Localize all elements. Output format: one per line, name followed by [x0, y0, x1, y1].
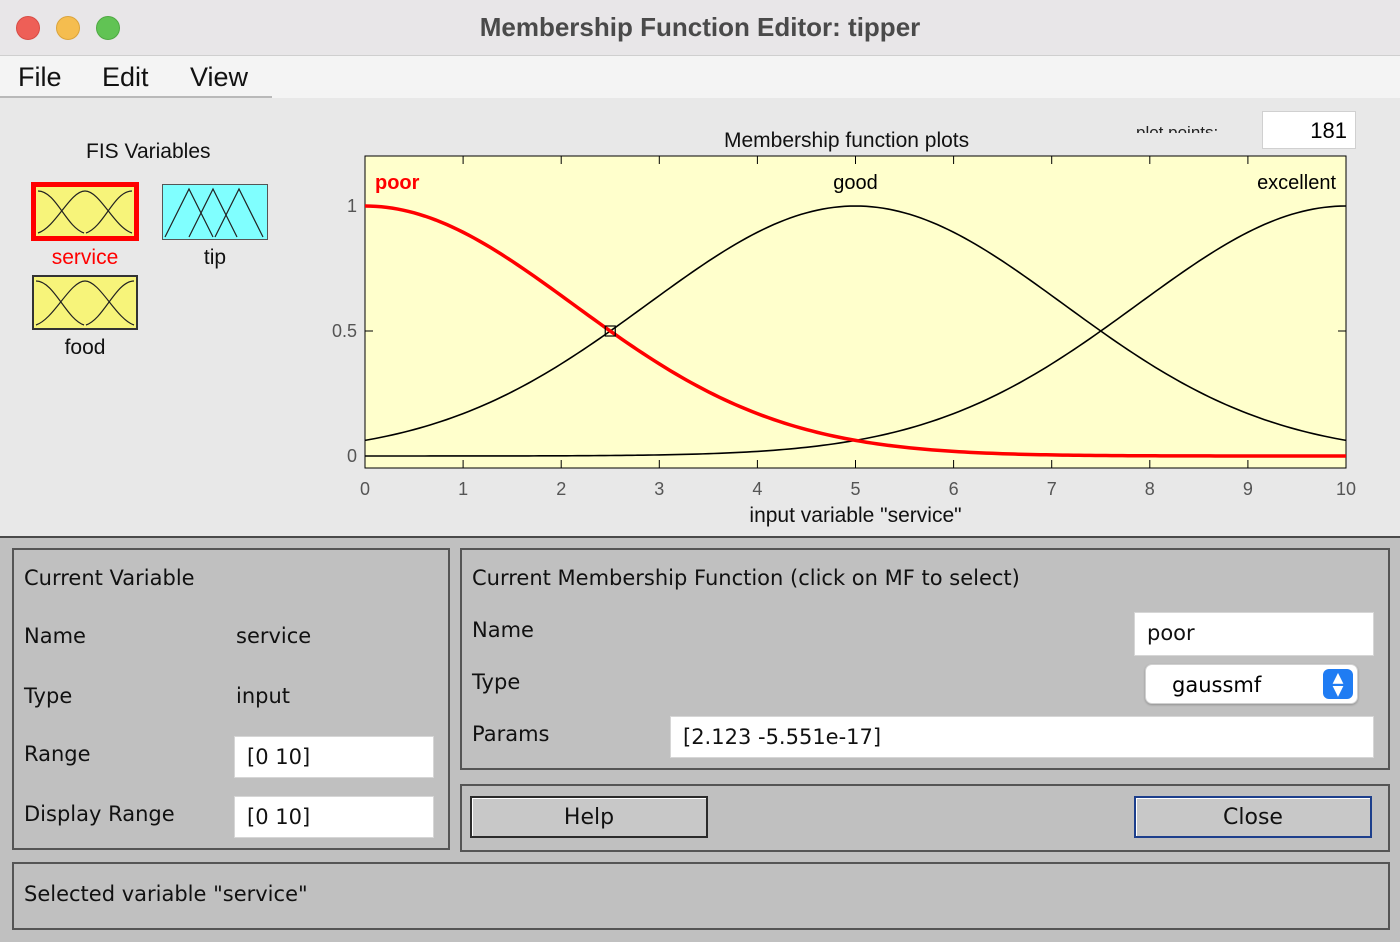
fis-variable-food-label: food	[64, 336, 106, 359]
fis-variable-food[interactable]	[32, 275, 138, 330]
current-mf-title: Current Membership Function (click on MF…	[472, 566, 1020, 590]
variable-name-value: service	[236, 624, 312, 648]
fis-variable-tip-label: tip	[203, 246, 227, 269]
menu-view[interactable]: View	[190, 62, 248, 93]
variable-type-label: Type	[24, 684, 73, 708]
plot-points-label: plot points:	[1136, 123, 1219, 133]
mf-thumbnail-icon	[164, 187, 264, 238]
mf-type-select[interactable]: gaussmf ▲ ▼	[1145, 664, 1358, 704]
fis-variable-service-label: service	[51, 246, 119, 269]
range-label: Range	[24, 742, 91, 766]
display-range-input[interactable]: [0 10]	[234, 796, 434, 838]
fis-variables-title: FIS Variables	[86, 140, 211, 163]
mf-params-input[interactable]: [2.123 -5.551e-17]	[670, 716, 1374, 758]
variable-type-value: input	[236, 684, 291, 708]
close-button[interactable]: Close	[1134, 796, 1372, 838]
range-input[interactable]: [0 10]	[234, 736, 434, 778]
fis-variable-service[interactable]	[31, 182, 139, 241]
current-variable-title: Current Variable	[24, 566, 195, 590]
membership-function-editor-window: Membership Function Editor: tipper File …	[0, 0, 1400, 942]
menu-file[interactable]: File	[18, 62, 62, 93]
mf-thumbnail-icon	[35, 280, 135, 326]
help-button[interactable]: Help	[470, 796, 708, 838]
display-range-label: Display Range	[24, 802, 175, 826]
window-title: Membership Function Editor: tipper	[479, 12, 921, 42]
menu-bar: File Edit View	[0, 56, 1400, 98]
plot-title: Membership function plots	[724, 129, 970, 152]
mf-thumbnail-icon	[37, 190, 133, 234]
mf-params-label: Params	[472, 722, 550, 746]
status-text: Selected variable "service"	[24, 882, 308, 906]
menu-edit[interactable]: Edit	[102, 62, 149, 93]
chevron-up-down-icon: ▲ ▼	[1323, 669, 1353, 699]
variable-name-label: Name	[24, 624, 86, 648]
mf-type-label: Type	[472, 670, 521, 694]
plot-points-input[interactable]: 181	[1262, 111, 1356, 149]
mf-type-select-value: gaussmf	[1172, 673, 1262, 697]
mf-name-label: Name	[472, 618, 534, 642]
mf-name-input[interactable]: poor	[1134, 612, 1374, 656]
fis-variable-tip[interactable]	[162, 184, 268, 240]
title-bar: Membership Function Editor: tipper	[0, 0, 1400, 56]
